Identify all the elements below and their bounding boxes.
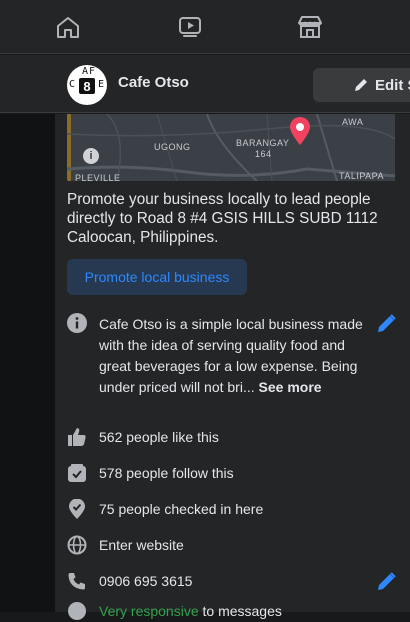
map-label: TALIPAPA xyxy=(339,171,385,181)
phone-icon xyxy=(67,571,87,591)
follows-count-text: 578 people follow this xyxy=(99,465,234,481)
watch-icon[interactable] xyxy=(176,14,204,40)
map-label: BARANGAY xyxy=(236,138,290,148)
promote-local-business-button[interactable]: Promote local business xyxy=(67,259,247,295)
map-label: AWA xyxy=(342,117,364,127)
about-text: Cafe Otso is a simple local business mad… xyxy=(99,316,363,395)
logo-letter: F xyxy=(89,66,96,77)
edit-button-label: Edit S xyxy=(375,76,410,94)
pencil-icon xyxy=(353,77,369,97)
promote-description: Promote your business locally to lead pe… xyxy=(67,191,378,246)
check-in-pin-icon xyxy=(67,499,87,519)
logo-letter: E xyxy=(98,79,105,90)
info-icon xyxy=(67,313,87,333)
edit-about-pencil-icon[interactable] xyxy=(375,313,397,335)
map-info-icon[interactable]: i xyxy=(83,148,99,164)
message-icon xyxy=(67,601,87,621)
location-map[interactable]: AWA UGONG BARANGAY 164 TALIPAPA PLEVILLE… xyxy=(67,114,395,181)
phone-number-text: 0906 695 3615 xyxy=(99,573,193,589)
logo-eight: 8 xyxy=(79,78,95,94)
logo-letter: A xyxy=(82,66,89,77)
page-header-bar: A F C E 8 Cafe Otso Edit S xyxy=(0,55,410,113)
home-icon[interactable] xyxy=(54,14,82,40)
logo-letter: C xyxy=(69,79,76,90)
checkins-count-text: 75 people checked in here xyxy=(99,501,264,517)
follow-icon xyxy=(67,463,87,483)
see-more-link[interactable]: See more xyxy=(259,379,322,395)
map-label: 164 xyxy=(255,149,272,159)
about-description: Cafe Otso is a simple local business mad… xyxy=(99,314,369,398)
enter-website-link[interactable]: Enter website xyxy=(99,535,369,556)
top-navigation xyxy=(0,0,410,54)
map-label: UGONG xyxy=(154,142,191,152)
likes-count-text: 562 people like this xyxy=(99,429,219,445)
globe-icon xyxy=(67,535,87,555)
page-logo[interactable]: A F C E 8 xyxy=(67,65,107,105)
responsiveness-suffix: to messages xyxy=(198,603,282,619)
left-panel xyxy=(0,114,55,612)
thumbs-up-icon xyxy=(67,427,87,447)
page-title[interactable]: Cafe Otso xyxy=(118,74,189,91)
edit-page-button[interactable]: Edit S xyxy=(313,68,410,102)
edit-phone-pencil-icon[interactable] xyxy=(375,571,397,593)
location-pin-icon xyxy=(288,116,312,151)
responsiveness-badge: Very responsive xyxy=(99,603,199,619)
marketplace-icon[interactable] xyxy=(296,14,324,40)
map-label: PLEVILLE xyxy=(75,173,121,181)
